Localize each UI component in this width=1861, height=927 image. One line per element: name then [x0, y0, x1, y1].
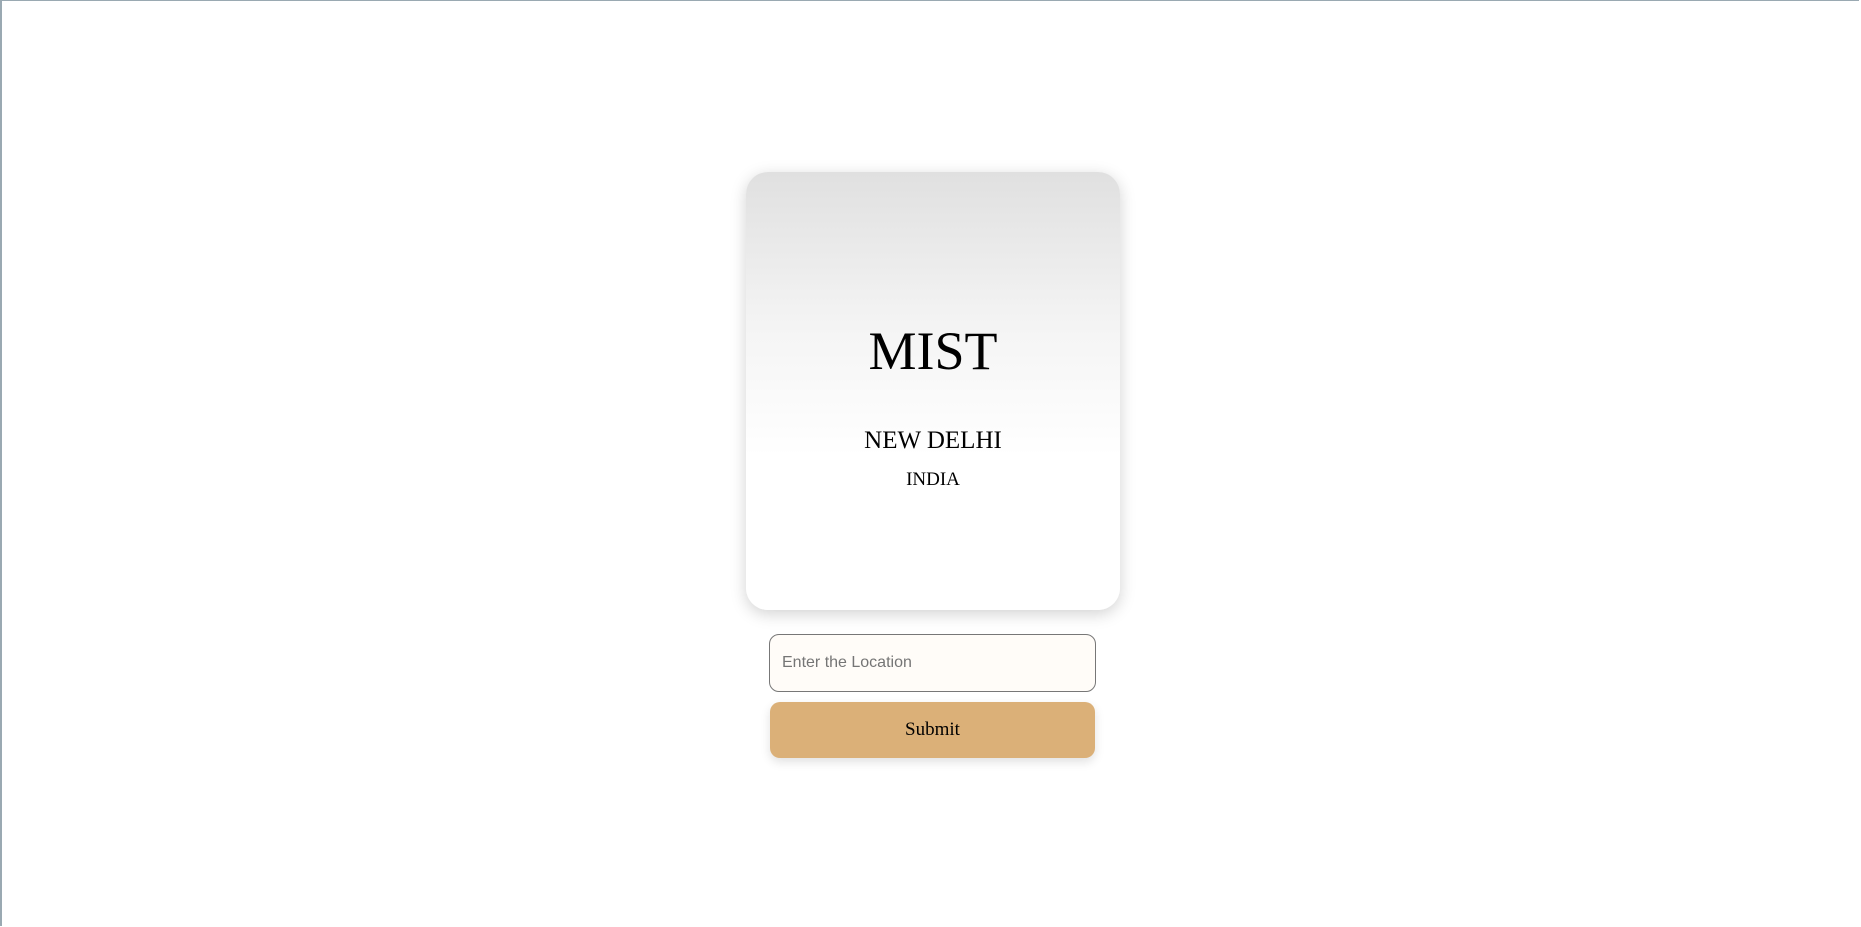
location-input[interactable]: [769, 634, 1096, 692]
submit-button[interactable]: Submit: [770, 702, 1095, 758]
city-name: NEW DELHI: [864, 427, 1002, 454]
weather-card: MIST NEW DELHI INDIA: [746, 172, 1120, 610]
country-name: INDIA: [906, 469, 960, 490]
weather-condition: MIST: [868, 321, 998, 381]
